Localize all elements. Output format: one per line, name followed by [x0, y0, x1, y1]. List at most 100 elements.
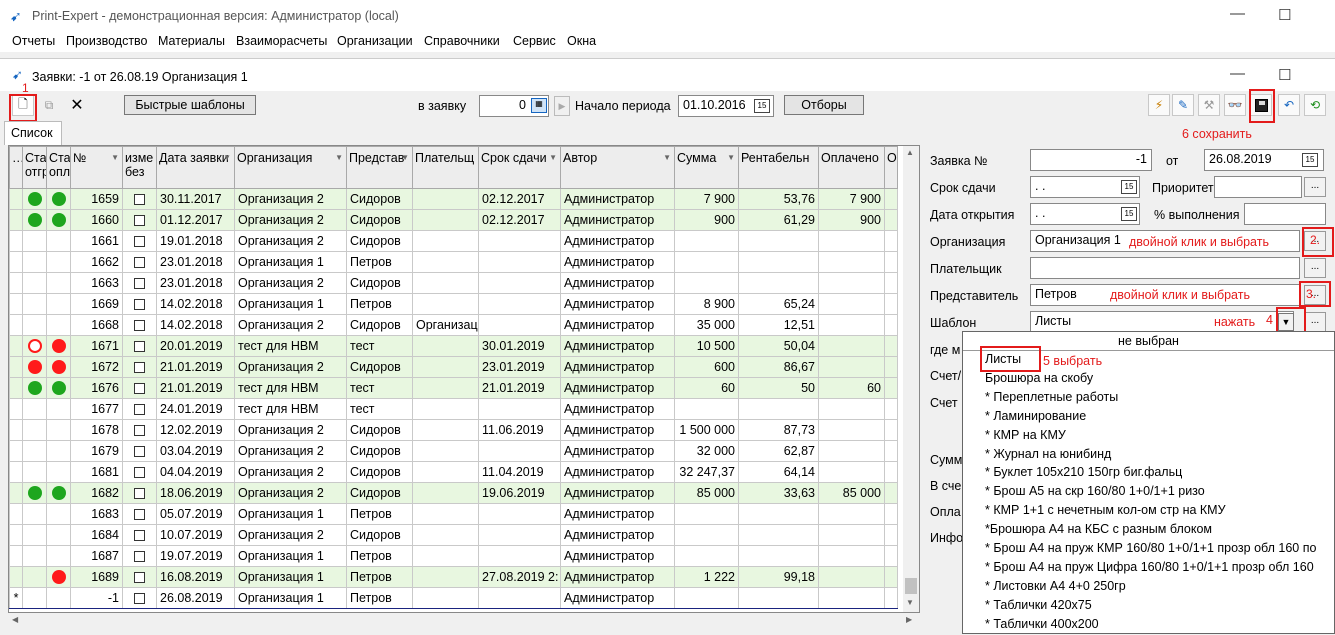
- table-row[interactable]: 1682 18.06.2019 Организация 2 Сидоров 19.06.…: [9, 482, 898, 504]
- dropdown-item[interactable]: * Брош А4 на пруж КМР 160/80 1+0/1+1 про…: [985, 541, 1316, 555]
- table-row[interactable]: 1687 19.07.2019 Организация 1 Петров Админис…: [9, 545, 898, 567]
- menu-references[interactable]: Справочники: [424, 34, 500, 48]
- col-date[interactable]: Дата заявки ▼: [156, 146, 235, 189]
- table-row[interactable]: 1663 23.01.2018 Организация 2 Сидоров Админи…: [9, 272, 898, 294]
- dropdown-item[interactable]: * Брош А5 на скр 160/80 1+0/1+1 ризо: [985, 484, 1205, 498]
- table-row[interactable]: 1679 03.04.2019 Организация 2 Сидоров Админи…: [9, 440, 898, 462]
- changed-checkbox[interactable]: [134, 320, 145, 332]
- from-calendar-icon[interactable]: 15: [1302, 153, 1318, 167]
- delete-button[interactable]: ✕: [66, 94, 88, 116]
- dropdown-item[interactable]: * Журнал на юнибинд: [985, 447, 1111, 461]
- payer-select-button[interactable]: ...: [1304, 258, 1326, 278]
- col-other[interactable]: О: [884, 146, 898, 189]
- col-organization[interactable]: Организация ▼: [234, 146, 347, 189]
- changed-checkbox[interactable]: [134, 362, 145, 374]
- changed-checkbox[interactable]: [134, 425, 145, 437]
- col-representative[interactable]: Представ ▼: [346, 146, 413, 189]
- changed-checkbox[interactable]: [134, 383, 145, 395]
- due-calendar-icon[interactable]: 15: [1121, 180, 1137, 194]
- open-calendar-icon[interactable]: 15: [1121, 207, 1137, 221]
- scroll-down-icon[interactable]: ▼: [906, 598, 914, 607]
- undo-button[interactable]: ↶: [1278, 94, 1300, 116]
- table-row[interactable]: 1684 10.07.2019 Организация 2 Сидоров Админи…: [9, 524, 898, 546]
- scroll-left-icon[interactable]: ◀: [12, 615, 18, 624]
- table-row[interactable]: 1671 20.01.2019 тест для НВМ тест 30.01.2019…: [9, 335, 898, 357]
- maximize-icon[interactable]: ☐: [1278, 6, 1291, 24]
- col-due-date[interactable]: Срок сдачи ▼: [478, 146, 561, 189]
- changed-checkbox[interactable]: [134, 593, 145, 605]
- priority-select-button[interactable]: ...: [1304, 177, 1326, 197]
- col-changed[interactable]: изме без: [122, 146, 157, 189]
- grid-horizontal-scrollbar[interactable]: ◀ ▶: [8, 614, 920, 628]
- dropdown-item[interactable]: * Переплетные работы: [985, 390, 1118, 404]
- copy-document-button[interactable]: ⧉: [38, 94, 60, 116]
- menu-production[interactable]: Производство: [66, 34, 148, 48]
- changed-checkbox[interactable]: [134, 509, 145, 521]
- dropdown-item[interactable]: * Таблички 400х200: [985, 617, 1099, 631]
- dropdown-item[interactable]: * Буклет 105х210 150гр биг.фальц: [985, 465, 1182, 479]
- dropdown-item[interactable]: * Листовки А4 4+0 250гр: [985, 579, 1126, 593]
- tab-list[interactable]: Список: [4, 121, 62, 145]
- menu-organizations[interactable]: Организации: [337, 34, 413, 48]
- changed-checkbox[interactable]: [134, 341, 145, 353]
- table-row[interactable]: 1678 12.02.2019 Организация 2 Сидоров 11.06.…: [9, 419, 898, 441]
- table-row[interactable]: 1681 04.04.2019 Организация 2 Сидоров 11.04.…: [9, 461, 898, 483]
- changed-checkbox[interactable]: [134, 530, 145, 542]
- col-pay-status[interactable]: Ста опл: [46, 146, 71, 189]
- col-profitability[interactable]: Рентабельн: [738, 146, 819, 189]
- menu-service[interactable]: Сервис: [513, 34, 556, 48]
- table-row[interactable]: 1662 23.01.2018 Организация 1 Петров Админис…: [9, 251, 898, 273]
- table-row[interactable]: 1672 21.01.2019 Организация 2 Сидоров 23.01.…: [9, 356, 898, 378]
- changed-checkbox[interactable]: [134, 572, 145, 584]
- scroll-up-icon[interactable]: ▲: [906, 148, 914, 157]
- scroll-right-icon[interactable]: ▶: [906, 615, 912, 624]
- dropdown-item[interactable]: * КМР 1+1 с нечетным кол-ом стр на КМУ: [985, 503, 1226, 517]
- table-row[interactable]: 1689 16.08.2019 Организация 1 Петров 27.08.2…: [9, 566, 898, 588]
- col-sum[interactable]: Сумма ▼: [674, 146, 739, 189]
- col-author[interactable]: Автор ▼: [560, 146, 675, 189]
- percent-input[interactable]: [1244, 203, 1326, 225]
- dropdown-item[interactable]: * Таблички 420х75: [985, 598, 1092, 612]
- dropdown-item[interactable]: * Брош А4 на пруж Цифра 160/80 1+0/1+1 п…: [985, 560, 1314, 574]
- dropdown-item[interactable]: Брошюра на скобу: [985, 371, 1093, 385]
- changed-checkbox[interactable]: [134, 278, 145, 290]
- filters-button[interactable]: Отборы: [784, 95, 864, 115]
- changed-checkbox[interactable]: [134, 236, 145, 248]
- changed-checkbox[interactable]: [134, 551, 145, 563]
- quick-templates-button[interactable]: Быстрые шаблоны: [124, 95, 256, 115]
- dropdown-item[interactable]: * Ламинирование: [985, 409, 1086, 423]
- find-button[interactable]: 👓: [1224, 94, 1246, 116]
- changed-checkbox[interactable]: [134, 446, 145, 458]
- template-select-button[interactable]: ...: [1304, 312, 1326, 332]
- changed-checkbox[interactable]: [134, 194, 145, 206]
- lightning-button[interactable]: ⚡: [1148, 94, 1170, 116]
- dropdown-item[interactable]: *Брошюра А4 на КБС с разным блоком: [985, 522, 1212, 536]
- col-ship-status[interactable]: Ста отгр: [22, 146, 47, 189]
- table-row[interactable]: * -1 26.08.2019 Организация 1 Петров Админист…: [9, 587, 898, 609]
- tools-button[interactable]: ⚒: [1198, 94, 1220, 116]
- minimize-icon[interactable]: —: [1230, 5, 1245, 22]
- table-row[interactable]: 1668 14.02.2018 Организация 2 Сидоров Органи…: [9, 314, 898, 336]
- menu-materials[interactable]: Материалы: [158, 34, 225, 48]
- grid-vertical-scrollbar[interactable]: ▲ ▼: [903, 146, 919, 612]
- period-calendar-icon[interactable]: 15: [754, 99, 770, 113]
- menu-settlements[interactable]: Взаиморасчеты: [236, 34, 327, 48]
- col-payer[interactable]: Плательщ: [412, 146, 479, 189]
- edit-button[interactable]: ✎: [1172, 94, 1194, 116]
- scroll-thumb[interactable]: [905, 578, 917, 594]
- changed-checkbox[interactable]: [134, 404, 145, 416]
- changed-checkbox[interactable]: [134, 299, 145, 311]
- child-maximize-icon[interactable]: ☐: [1278, 66, 1291, 84]
- table-row[interactable]: 1660 01.12.2017 Организация 2 Сидоров 02.12.…: [9, 209, 898, 231]
- table-row[interactable]: 1683 05.07.2019 Организация 1 Петров Админис…: [9, 503, 898, 525]
- table-row[interactable]: 1676 21.01.2019 тест для НВМ тест 21.01.2019…: [9, 377, 898, 399]
- table-row[interactable]: 1677 24.01.2019 тест для НВМ тест Администра…: [9, 398, 898, 420]
- changed-checkbox[interactable]: [134, 257, 145, 269]
- payer-input[interactable]: [1030, 257, 1300, 279]
- table-row[interactable]: 1659 30.11.2017 Организация 2 Сидоров 02.12.…: [9, 188, 898, 210]
- col-paid[interactable]: Оплачено: [818, 146, 885, 189]
- changed-checkbox[interactable]: [134, 467, 145, 479]
- child-minimize-icon[interactable]: —: [1230, 65, 1245, 82]
- order-no-input[interactable]: -1: [1030, 149, 1152, 171]
- table-row[interactable]: 1661 19.01.2018 Организация 2 Сидоров Админи…: [9, 230, 898, 252]
